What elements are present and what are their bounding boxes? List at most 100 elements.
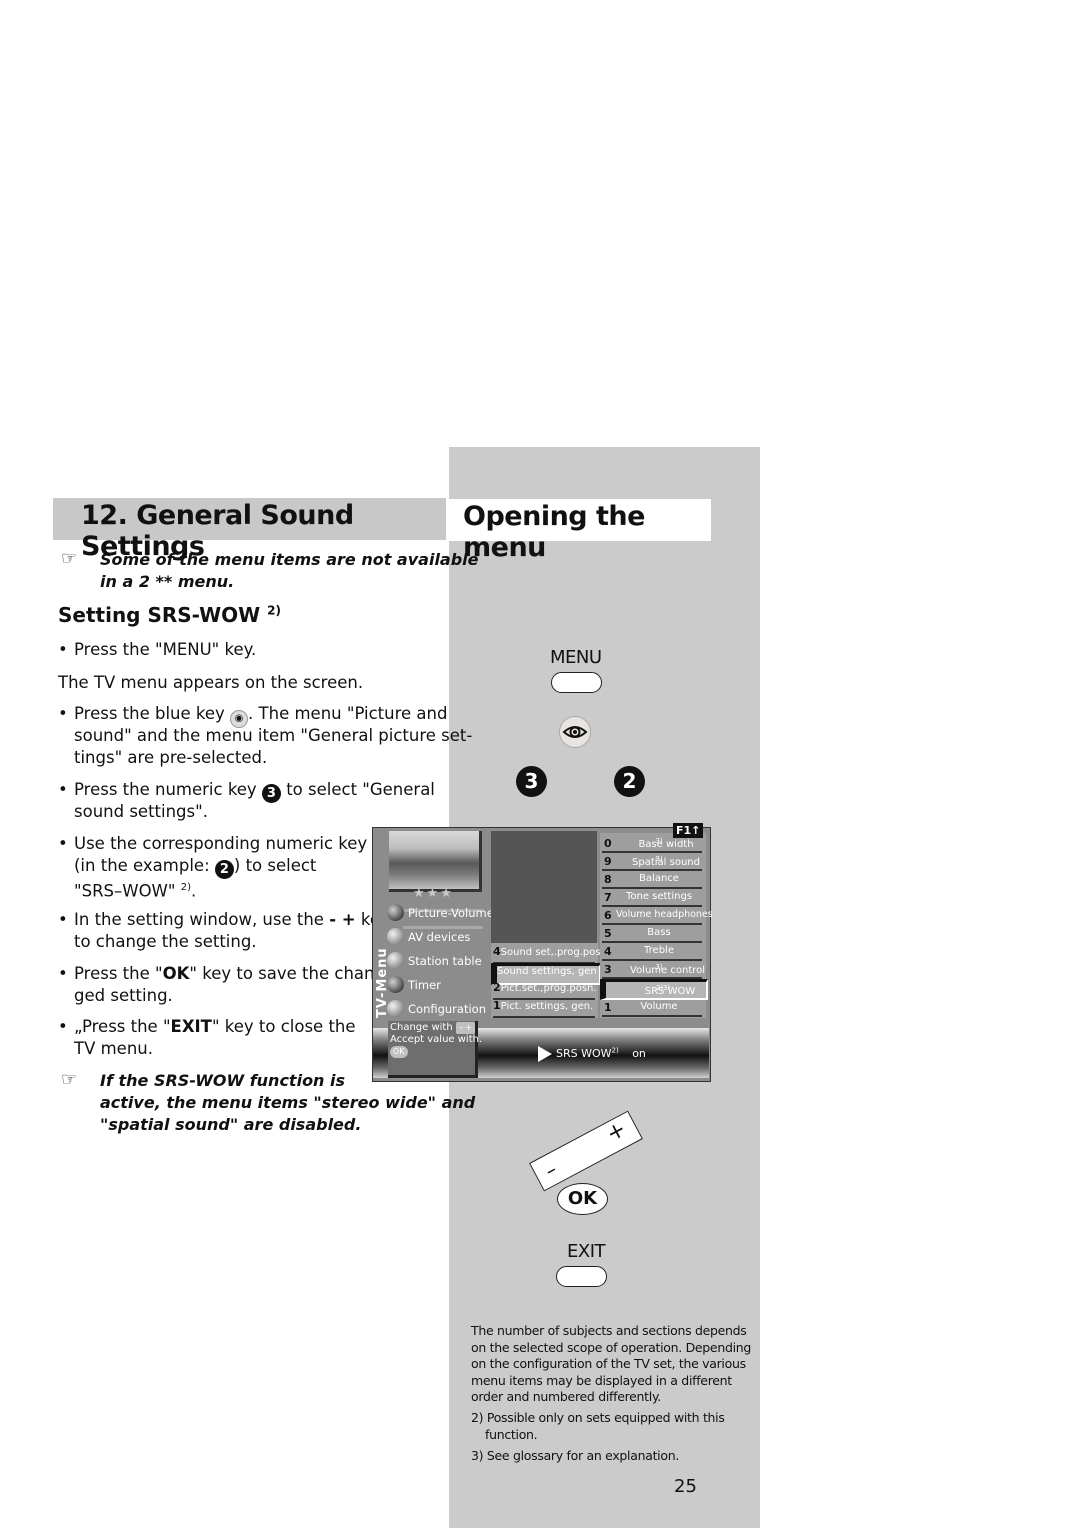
step-numeric-3: • Press the numeric key 3 to select "Gen… <box>58 779 448 823</box>
pointing-hand-icon: ☞ <box>61 548 78 569</box>
status-sup: 2) <box>611 1046 619 1055</box>
item-number: 8 <box>604 873 612 886</box>
help-accept-text: Accept value with. <box>390 1034 483 1045</box>
step-plus-minus-keys: - + <box>329 910 356 929</box>
step-numeric-2-period: . <box>190 881 197 901</box>
step-blue-key: • Press the blue key ◉. The menu "Pictur… <box>58 704 473 767</box>
step-numeric-2-text-c: ) to select <box>233 856 317 875</box>
sound-item-balance[interactable]: 8 Balance <box>602 871 702 889</box>
step-numeric-3-text-c: sound settings". <box>74 802 208 821</box>
item-label: Volume headphones <box>616 909 713 920</box>
item-number: 3 <box>604 963 612 976</box>
submenu-label: Sound set,.prog.pos <box>500 947 601 958</box>
tv-status: SRS WOW2) on <box>538 1046 646 1062</box>
nav-label: Timer <box>408 978 441 992</box>
sound-item-volume-control[interactable]: 3 Volume control 3) <box>602 961 706 979</box>
step-plus-minus-text-a: In the setting window, use the <box>74 910 324 929</box>
submenu-item[interactable]: 4Sound set,.prog.pos <box>493 945 601 964</box>
item-label: Balance <box>639 873 679 884</box>
step-blue-key-text-c: sound" and the menu item "General pictur… <box>74 726 473 745</box>
footnote-line: menu items may be displayed in a differe… <box>471 1372 732 1388</box>
step-exit-text-a: „Press the " <box>74 1017 171 1036</box>
item-number: 4 <box>604 945 612 958</box>
step-exit-key: EXIT <box>170 1017 212 1036</box>
nav-ball-icon <box>387 904 404 921</box>
help-minus-plus-key: – + <box>455 1022 476 1034</box>
note-bottom-line1: If the SRS-WOW function is <box>100 1071 346 1090</box>
item-label: SRS WOW <box>644 986 696 997</box>
step-exit-text-b: " key to close the <box>211 1017 356 1036</box>
step-ok-text-b: " key to save the chan- <box>189 964 381 983</box>
footnote-line: The number of subjects and sections depe… <box>471 1323 747 1338</box>
tv-submenu-list: 4Sound set,.prog.pos Sound settings, gen… <box>491 943 601 1018</box>
step-exit: • „Press the "EXIT" key to close the TV … <box>58 1016 368 1060</box>
sound-item-volume[interactable]: 1 Volume <box>602 999 702 1017</box>
sound-item-srs-wow-selected[interactable]: SRS WOW 2)3) <box>600 979 708 1000</box>
submenu-number: 1 <box>493 999 501 1012</box>
minus-icon[interactable]: – <box>541 1157 561 1183</box>
status-label: SRS WOW <box>556 1047 612 1060</box>
step-blue-key-text-d: tings" are pre-selected. <box>74 748 268 767</box>
item-number: 6 <box>604 909 612 922</box>
step-numeric-2-text-d: "SRS–WOW" <box>74 881 176 901</box>
section-title-bar: 12. General Sound Settings <box>53 498 446 562</box>
tv-sound-settings-list: 0 Base width 3) 9 Spatial sound 3) 8 Balance … <box>600 833 713 1018</box>
sound-item-bass[interactable]: 5 Bass <box>602 925 702 943</box>
step-plus-minus: • In the setting window, use the - + key… <box>58 909 390 953</box>
item-label: Treble <box>644 945 674 956</box>
step-1-text: Press the "MENU" key. <box>74 640 257 659</box>
exit-key-label: EXIT <box>567 1241 606 1262</box>
plus-icon[interactable]: + <box>602 1117 630 1148</box>
item-label: Volume control <box>630 965 706 976</box>
sound-item-spatial-sound[interactable]: 9 Spatial sound 3) <box>602 853 702 871</box>
submenu-item[interactable]: 2Pict.set.,prog.posn. <box>493 981 597 1000</box>
item-label: Volume <box>640 1001 678 1012</box>
tv-preview-image <box>389 831 482 892</box>
step-numeric-2-sup: 2) <box>180 882 191 893</box>
note-top-line2: in a 2 ** menu. <box>100 572 235 591</box>
item-label: Spatial sound <box>632 857 700 868</box>
exit-key-button[interactable] <box>556 1266 607 1287</box>
footnote-2-line2: function. <box>485 1426 538 1442</box>
menu-key-button[interactable] <box>551 672 602 693</box>
sound-item-tone-settings[interactable]: 7 Tone settings <box>602 889 702 907</box>
stars-icon: ★★★ <box>413 886 454 901</box>
ok-key-button[interactable]: OK <box>557 1183 608 1215</box>
opening-menu-title: Opening the menu <box>463 501 645 563</box>
footnote-2: 2) Possible only on sets equipped with t… <box>471 1410 751 1443</box>
item-label: Tone settings <box>625 891 693 902</box>
subheading-sup: 2) <box>267 603 282 618</box>
item-number: 7 <box>604 891 612 904</box>
item-number: 5 <box>604 927 612 940</box>
item-label: Bass <box>647 927 671 938</box>
item-label: Base width <box>638 839 694 850</box>
nav-ball-icon <box>387 928 404 945</box>
note-top-line1: Some of the menu items are not available <box>100 550 479 569</box>
item-number: 9 <box>604 855 612 868</box>
subheading: Setting SRS-WOW 2) <box>58 603 281 627</box>
submenu-item[interactable]: 1Pict. settings, gen. <box>493 999 595 1018</box>
opening-menu-title-bar: Opening the menu <box>449 499 711 563</box>
nav-label: AV devices <box>408 930 471 944</box>
sound-item-treble[interactable]: 4 Treble <box>602 943 702 961</box>
eye-icon-glyph <box>562 726 588 738</box>
numeric-key-3[interactable]: 3 <box>516 766 547 797</box>
numeric-key-2[interactable]: 2 <box>614 766 645 797</box>
footnote-3: 3) See glossary for an explanation. <box>471 1448 679 1463</box>
submenu-label: Pict. settings, gen. <box>500 1001 594 1012</box>
eye-icon[interactable] <box>559 716 591 748</box>
nav-label: Station table <box>408 954 482 968</box>
f1-up-icon[interactable]: F1↑ <box>673 823 704 838</box>
menu-key-label: MENU <box>550 647 602 668</box>
page-number: 25 <box>674 1476 697 1497</box>
nav-label: Configuration <box>408 1002 486 1016</box>
step-blue-key-text-b: . The menu "Picture and <box>248 704 448 723</box>
tv-dark-panel <box>491 831 597 948</box>
footnote-line: order and numbered differently. <box>471 1389 661 1404</box>
submenu-number: 4 <box>493 945 501 958</box>
sound-item-volume-headphones[interactable]: 6 Volume headphones <box>602 907 713 925</box>
step-numeric-2-text-b: (in the example: <box>74 856 210 875</box>
step-ok-text-a: Press the " <box>74 964 163 983</box>
pointing-hand-icon: ☞ <box>61 1069 78 1090</box>
nav-ball-icon <box>387 1000 404 1017</box>
